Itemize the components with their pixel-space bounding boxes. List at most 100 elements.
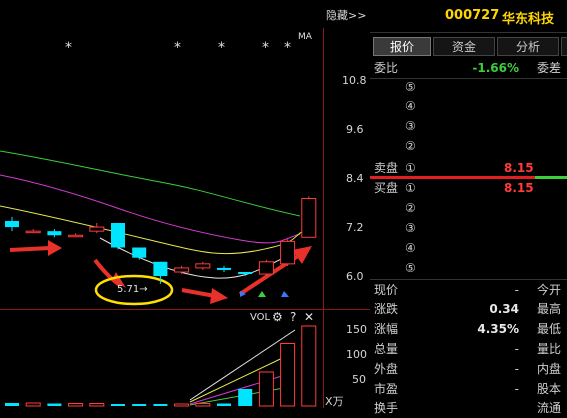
tab-analysis[interactable]: 分析 — [497, 37, 559, 56]
buy-level-3[interactable]: ③ — [370, 218, 567, 238]
candle-body — [68, 234, 84, 238]
vol-tick-label: 50 — [352, 373, 366, 386]
sell-level-3[interactable]: ③ — [370, 116, 567, 136]
stat-label: 量比 — [536, 342, 561, 356]
level-index: ③ — [405, 119, 416, 133]
weibi-value: -1.66% — [472, 61, 519, 75]
annotation-arrow — [48, 240, 62, 256]
stats-divider — [370, 279, 567, 280]
volume-bar — [238, 389, 253, 406]
stock-code: 000727 — [445, 8, 500, 23]
volume-bar — [280, 343, 296, 407]
tab-capital[interactable]: 资金 — [433, 37, 495, 56]
sell-level-5[interactable]: ⑤ — [370, 77, 567, 97]
candles-group — [5, 196, 317, 284]
volume-bar — [47, 403, 62, 406]
chart-top-bar — [0, 0, 370, 28]
annotation-arrow — [9, 246, 51, 252]
stat-value: - — [514, 283, 519, 297]
buy1-price: 8.15 — [504, 181, 534, 195]
signal-marker — [281, 291, 289, 297]
volume-bar — [68, 403, 84, 407]
sell-level-2[interactable]: ② — [370, 136, 567, 156]
candle-body — [89, 226, 105, 232]
stat-value: - — [514, 342, 519, 356]
volume-bar — [25, 402, 41, 407]
hide-panel-button[interactable]: 隐藏>> — [326, 7, 366, 23]
kline-chart-panel[interactable]: 隐藏>> MA * * * * * 10.8 9.6 8.4 7.2 6.0 5… — [0, 0, 370, 408]
level-index: ④ — [405, 241, 416, 255]
weibi-label: 委比 — [374, 61, 399, 75]
weicha-label: 委差 — [536, 61, 561, 75]
level-index: ① — [405, 181, 416, 195]
sell-level-4[interactable]: ④ — [370, 96, 567, 116]
level-index: ② — [405, 201, 416, 215]
candle-body — [153, 261, 168, 277]
buy-level-2[interactable]: ② — [370, 198, 567, 218]
volume-bars-group — [5, 325, 317, 407]
candle-body — [174, 267, 190, 273]
signal-marker — [258, 291, 266, 297]
candle-body — [258, 261, 274, 275]
price-tick-label: 7.2 — [346, 221, 364, 234]
volume-bar — [217, 403, 231, 406]
level-index: ② — [405, 139, 416, 153]
volume-bar — [89, 403, 105, 407]
vol-tick-label: 150 — [346, 323, 367, 336]
stat-value: 4.35% — [477, 322, 519, 336]
candle-body — [217, 267, 231, 270]
quote-panel: 000727 华东科技 报价 资金 分析 委比 -1.66% 委差 ⑤ ④ ③ … — [370, 0, 567, 415]
stat-label: 现价 — [374, 283, 399, 297]
annotation-arrow — [181, 288, 216, 298]
volume-bar — [5, 403, 19, 406]
candle-body — [47, 231, 62, 236]
stat-label: 外盘 — [374, 362, 399, 376]
candle-body — [280, 240, 296, 265]
volume-chart[interactable] — [0, 310, 323, 408]
stat-row: 市盈 - 股本 — [370, 380, 567, 399]
stat-row: 外盘 - 内盘 — [370, 360, 567, 379]
weibi-row: 委比 -1.66% 委差 — [370, 59, 567, 79]
buy-level-4[interactable]: ④ — [370, 238, 567, 258]
candle-body — [111, 223, 125, 248]
stat-value: - — [514, 382, 519, 396]
low-price-annotation: 5.71→ — [117, 284, 148, 295]
stat-label: 最高 — [536, 302, 561, 316]
candle-body — [132, 247, 147, 258]
ma-line-green — [0, 150, 301, 217]
stat-label: 最低 — [536, 322, 561, 336]
stat-value: 0.34 — [489, 302, 519, 316]
price-tick-label: 9.6 — [346, 123, 364, 136]
sell-label: 卖盘 — [374, 161, 399, 175]
stat-label: 内盘 — [536, 362, 561, 376]
stat-label: 股本 — [536, 382, 561, 396]
stat-value: - — [514, 362, 519, 376]
level-index: ④ — [405, 99, 416, 113]
buy-level-1[interactable]: 买盘 ① 8.15 — [370, 178, 567, 198]
stat-label: 总量 — [374, 342, 399, 356]
stat-label: 今开 — [536, 283, 561, 297]
annotation-arrow — [210, 288, 228, 304]
stock-name: 华东科技 — [502, 12, 555, 27]
ma-line-magenta — [0, 174, 301, 244]
stat-row: 现价 - 今开 — [370, 281, 567, 300]
stat-label: 流通 — [536, 401, 561, 415]
level-index: ① — [405, 161, 416, 175]
tab-more[interactable] — [561, 37, 567, 56]
buy-level-5[interactable]: ⑤ — [370, 258, 567, 278]
stat-label: 市盈 — [374, 382, 399, 396]
volume-bar — [195, 403, 211, 407]
tab-quote[interactable]: 报价 — [373, 37, 431, 56]
volume-bar — [258, 371, 274, 407]
volume-bar — [153, 404, 168, 406]
price-tick-label: 10.8 — [342, 74, 367, 87]
level-index: ⑤ — [405, 261, 416, 275]
stat-row: 涨幅 4.35% 最低 — [370, 320, 567, 339]
volume-bar — [301, 325, 317, 407]
stat-row: 涨跌 0.34 最高 — [370, 300, 567, 319]
candle-body — [5, 220, 19, 228]
price-chart[interactable] — [0, 28, 323, 309]
candle-body — [238, 272, 253, 275]
stat-label: 涨幅 — [374, 322, 399, 336]
sell-level-1[interactable]: 卖盘 ① 8.15 — [370, 158, 567, 178]
